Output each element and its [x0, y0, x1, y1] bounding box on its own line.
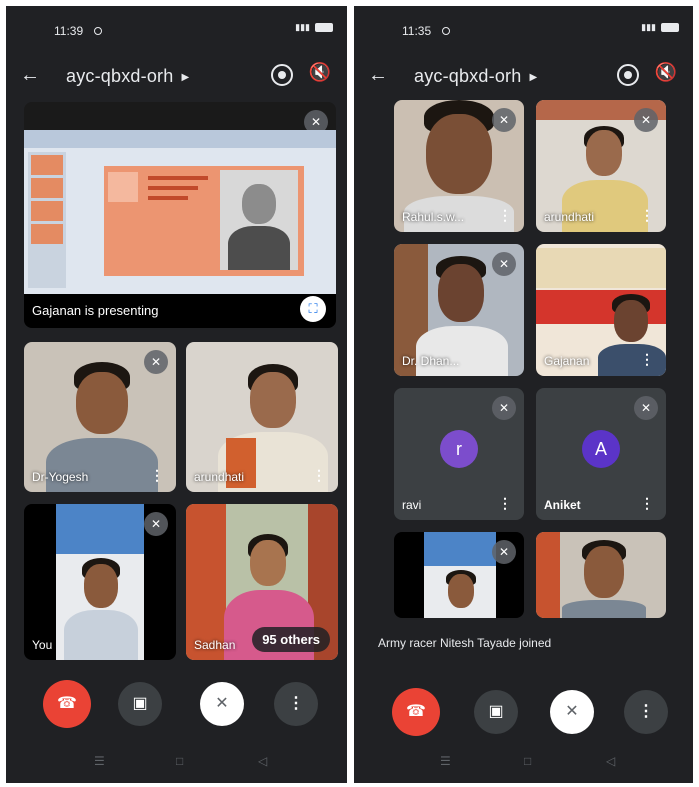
back-nav-icon[interactable]: ◁ — [258, 754, 267, 768]
others-count-chip[interactable]: 95 others — [252, 627, 330, 652]
slide — [104, 166, 304, 276]
status-bar: 11:35 ▮▮▮ — [354, 6, 693, 50]
more-vertical-icon[interactable]: ⋮ — [498, 495, 512, 512]
system-nav-bar: ☰ □ ◁ — [354, 746, 693, 776]
participant-name: Rahul.s.w... — [402, 210, 465, 224]
mic-off-icon: ✕ — [492, 540, 516, 564]
caret-right-icon: ▶ — [529, 71, 538, 83]
more-vertical-icon[interactable]: ⋮ — [640, 495, 654, 512]
call-controls: ☎ ▣ ✕ ⋮ — [354, 686, 693, 738]
participant-tile[interactable]: ✕ r ravi ⋮ — [394, 388, 524, 520]
signal-icon: ▮▮▮ — [641, 22, 656, 32]
camera-button[interactable]: ▣ — [474, 690, 518, 734]
status-time: 11:39 — [54, 24, 84, 38]
participant-tile[interactable] — [536, 532, 666, 618]
participant-name: Sadhan — [194, 638, 236, 652]
participant-name: arundhati — [194, 470, 245, 484]
phone-screen-left: 11:39 ▮▮▮ ← ayc-qbxd-orh ▶ 🔇 ✕ Gajanan i… — [6, 6, 347, 783]
arrow-left-icon[interactable]: ← — [368, 64, 388, 87]
signal-icon: ▮▮▮ — [295, 22, 310, 32]
status-time: 11:35 — [402, 24, 432, 38]
recents-icon[interactable]: ☰ — [94, 754, 105, 768]
more-vertical-icon[interactable]: ⋮ — [312, 467, 326, 484]
speaker-off-icon[interactable]: 🔇 — [655, 62, 677, 83]
notification-icon — [442, 27, 450, 35]
battery-icon — [661, 23, 679, 32]
participant-name: Gajanan — [544, 354, 590, 368]
avatar: A — [582, 429, 620, 468]
mic-off-icon: ✕ — [144, 350, 168, 374]
mic-off-icon: ✕ — [492, 108, 516, 132]
mic-off-icon: ✕ — [492, 252, 516, 276]
back-nav-icon[interactable]: ◁ — [606, 754, 615, 768]
participant-tile[interactable]: ✕ Dr-Yogesh ⋮ — [24, 342, 176, 492]
mic-off-icon: ✕ — [492, 396, 516, 420]
meeting-top-bar: ← ayc-qbxd-orh ▶ 🔇 — [354, 62, 693, 94]
participant-tile[interactable]: Sadhan 95 others — [186, 504, 338, 660]
mic-off-icon: ✕ — [144, 512, 168, 536]
participant-tile[interactable]: Gajanan ⋮ — [536, 244, 666, 376]
meeting-title[interactable]: ayc-qbxd-orh ▶ — [66, 66, 189, 87]
participant-tile[interactable]: ✕ — [394, 532, 524, 618]
participant-name: Dr. Dhan... — [402, 354, 460, 368]
participant-tile[interactable]: ✕ Dr. Dhan... — [394, 244, 524, 376]
recents-icon[interactable]: ☰ — [440, 754, 451, 768]
mic-off-icon: ✕ — [634, 396, 658, 420]
more-vertical-icon[interactable]: ⋮ — [640, 351, 654, 368]
mic-button[interactable]: ✕ — [200, 682, 244, 726]
switch-camera-icon[interactable] — [271, 64, 293, 86]
presentation-tile[interactable]: ✕ Gajanan is presenting ⛶ — [24, 102, 336, 328]
meeting-top-bar: ← ayc-qbxd-orh ▶ 🔇 — [6, 62, 347, 94]
more-vertical-icon[interactable]: ⋮ — [640, 207, 654, 224]
arrow-left-icon[interactable]: ← — [20, 64, 40, 87]
more-options-button[interactable]: ⋮ — [624, 690, 668, 734]
presenting-label: Gajanan is presenting — [32, 303, 159, 318]
meeting-code: ayc-qbxd-orh — [414, 66, 522, 86]
avatar: r — [440, 429, 478, 468]
end-call-button[interactable]: ☎ — [392, 688, 440, 736]
participant-name: arundhati — [544, 210, 595, 224]
caret-right-icon: ▶ — [181, 71, 190, 83]
more-vertical-icon[interactable]: ⋮ — [150, 467, 164, 484]
meeting-code: ayc-qbxd-orh — [66, 66, 174, 86]
shared-screen — [24, 130, 336, 294]
participant-tile[interactable]: ✕ You — [24, 504, 176, 660]
status-icons: ▮▮▮ — [641, 22, 679, 33]
phone-screen-right: 11:35 ▮▮▮ ← ayc-qbxd-orh ▶ 🔇 ✕ Rahul.s.w.… — [354, 6, 693, 783]
more-options-button[interactable]: ⋮ — [274, 682, 318, 726]
status-icons: ▮▮▮ — [295, 22, 333, 33]
camera-button[interactable]: ▣ — [118, 682, 162, 726]
home-icon[interactable]: □ — [524, 754, 531, 768]
participant-tile[interactable]: ✕ arundhati ⋮ — [536, 100, 666, 232]
notification-icon — [94, 27, 102, 35]
system-nav-bar: ☰ □ ◁ — [6, 746, 347, 776]
switch-camera-icon[interactable] — [617, 64, 639, 86]
mic-off-icon: ✕ — [634, 108, 658, 132]
fullscreen-button[interactable]: ⛶ — [300, 296, 326, 322]
meeting-title[interactable]: ayc-qbxd-orh ▶ — [414, 66, 537, 87]
participant-name: Dr-Yogesh — [32, 470, 89, 484]
speaker-off-icon[interactable]: 🔇 — [309, 62, 331, 83]
mic-button[interactable]: ✕ — [550, 690, 594, 734]
more-vertical-icon[interactable]: ⋮ — [498, 207, 512, 224]
presenting-bar: Gajanan is presenting — [24, 294, 336, 328]
ribbon-toolbar — [24, 130, 336, 148]
participant-tile[interactable]: arundhati ⋮ — [186, 342, 338, 492]
end-call-button[interactable]: ☎ — [43, 680, 91, 728]
participant-tile[interactable]: ✕ Rahul.s.w... ⋮ — [394, 100, 524, 232]
home-icon[interactable]: □ — [176, 754, 183, 768]
participant-tile[interactable]: ✕ A Aniket ⋮ — [536, 388, 666, 520]
status-bar: 11:39 ▮▮▮ — [6, 6, 347, 50]
participant-name: ravi — [402, 498, 422, 512]
join-notification: Army racer Nitesh Tayade joined — [378, 636, 552, 650]
battery-icon — [315, 23, 333, 32]
slide-thumbnails — [28, 152, 66, 288]
participant-name: Aniket — [544, 498, 581, 512]
participant-name: You — [32, 638, 53, 652]
call-controls: ☎ ▣ ✕ ⋮ — [6, 678, 347, 730]
